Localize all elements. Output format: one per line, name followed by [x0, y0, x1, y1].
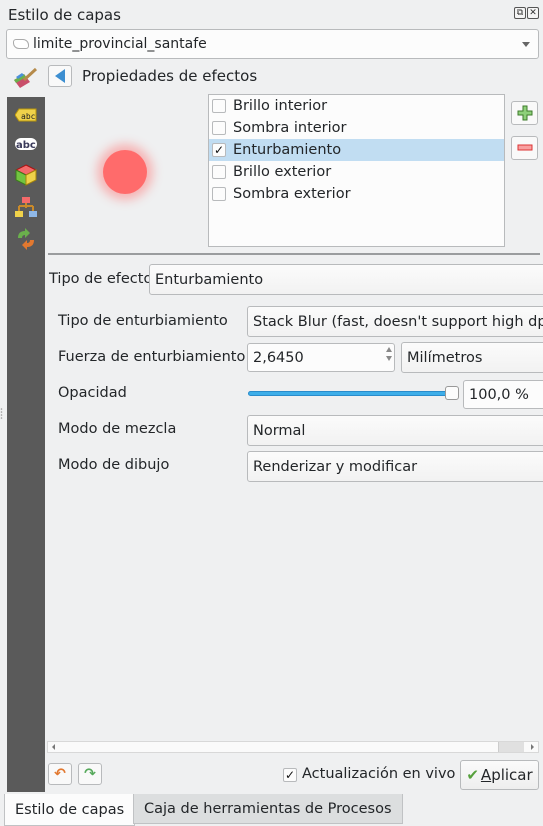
- effect-label: Brillo interior: [233, 98, 328, 114]
- opacity-slider-handle[interactable]: [445, 386, 459, 400]
- remove-effect-icon: [517, 144, 532, 151]
- splitter-handle[interactable]: [0, 407, 3, 421]
- scroll-right-icon[interactable]: [531, 744, 534, 750]
- back-arrow-icon: [55, 69, 65, 83]
- add-effect-icon: [517, 105, 532, 121]
- effect-checkbox[interactable]: [212, 187, 226, 201]
- blur-type-label: Tipo de enturbiamiento: [58, 313, 228, 329]
- effect-label: Sombra exterior: [233, 186, 351, 202]
- spin-down-icon[interactable]: [386, 356, 392, 361]
- blend-mode-label: Modo de mezcla: [58, 421, 177, 437]
- live-update-checkbox[interactable]: ✓: [283, 768, 297, 782]
- window-title: Estilo de capas: [8, 6, 121, 24]
- effect-item-brillo-interior[interactable]: Brillo interior: [209, 95, 504, 117]
- blur-unit-select[interactable]: Milímetros: [401, 342, 543, 373]
- dock-tabbar: Estilo de capas Caja de herramientas de …: [0, 794, 543, 826]
- blend-mode-select[interactable]: Normal: [247, 415, 543, 446]
- effect-item-sombra-interior[interactable]: Sombra interior: [209, 117, 504, 139]
- effect-type-label: Tipo de efecto: [49, 271, 153, 287]
- blur-strength-value: 2,6450: [253, 349, 304, 366]
- remove-effect-button[interactable]: [511, 136, 538, 160]
- effect-preview: [103, 150, 147, 194]
- layer-selector-value: limite_provincial_santafe: [33, 36, 207, 52]
- polygon-layer-icon: [13, 39, 29, 49]
- undo-button[interactable]: ↶: [48, 763, 72, 785]
- effect-label: Brillo exterior: [233, 164, 332, 180]
- effect-checkbox[interactable]: [212, 121, 226, 135]
- blur-strength-label: Fuerza de enturbiamiento: [58, 349, 246, 365]
- draw-mode-label: Modo de dibujo: [58, 457, 170, 473]
- 3d-view-icon[interactable]: [11, 163, 41, 187]
- apply-label: Aplicar: [480, 766, 533, 784]
- blur-strength-input[interactable]: 2,6450: [247, 343, 395, 372]
- panel-title: Propiedades de efectos: [82, 67, 258, 85]
- svg-text:abc: abc: [16, 140, 36, 151]
- scrollbar-thumb[interactable]: [498, 742, 524, 752]
- blur-type-select[interactable]: Stack Blur (fast, doesn't support high d…: [247, 306, 543, 337]
- svg-text:abc: abc: [21, 112, 36, 121]
- label-abc-icon[interactable]: abc: [11, 132, 41, 156]
- check-icon: ✔: [466, 766, 479, 784]
- effect-checkbox[interactable]: [212, 165, 226, 179]
- add-effect-button[interactable]: [511, 101, 538, 125]
- opacity-label: Opacidad: [58, 385, 127, 401]
- spin-buttons[interactable]: [386, 347, 392, 361]
- effect-item-sombra-exterior[interactable]: Sombra exterior: [209, 183, 504, 205]
- sidebar: abc abc: [7, 97, 45, 792]
- scroll-left-icon[interactable]: [52, 744, 55, 750]
- horizontal-scrollbar[interactable]: [47, 741, 539, 753]
- live-update-label: Actualización en vivo: [302, 766, 456, 782]
- close-icon[interactable]: ✕: [527, 7, 539, 19]
- labels-icon[interactable]: abc: [11, 103, 41, 127]
- effect-checkbox[interactable]: ✓: [212, 143, 226, 157]
- float-icon[interactable]: ⧉: [514, 7, 526, 19]
- effect-checkbox[interactable]: [212, 99, 226, 113]
- spin-up-icon[interactable]: [386, 347, 392, 352]
- diagram-icon[interactable]: [11, 195, 41, 219]
- tab-caja-de-herramientas[interactable]: Caja de herramientas de Procesos: [133, 794, 403, 824]
- history-icon[interactable]: [11, 227, 41, 251]
- layer-selector[interactable]: limite_provincial_santafe: [6, 29, 539, 59]
- effect-item-enturbamiento[interactable]: ✓ Enturbamiento: [209, 139, 504, 161]
- effect-type-select[interactable]: Enturbamiento: [149, 264, 543, 295]
- effect-label: Enturbamiento: [233, 142, 342, 158]
- style-brush-icon: [12, 66, 38, 90]
- effects-list: Brillo interior Sombra interior ✓ Enturb…: [208, 94, 505, 247]
- chevron-down-icon: [522, 42, 530, 47]
- tab-estilo-de-capas[interactable]: Estilo de capas: [4, 794, 136, 826]
- back-button[interactable]: [48, 65, 72, 87]
- opacity-input[interactable]: 100,0 %: [463, 380, 543, 409]
- divider: [48, 253, 540, 255]
- opacity-slider[interactable]: [248, 391, 452, 396]
- draw-mode-select[interactable]: Renderizar y modificar: [247, 451, 543, 482]
- effect-label: Sombra interior: [233, 120, 347, 136]
- redo-button[interactable]: ↷: [78, 763, 102, 785]
- redo-icon: ↷: [84, 766, 96, 782]
- undo-icon: ↶: [54, 766, 66, 782]
- apply-button[interactable]: ✔ Aplicar: [460, 760, 539, 790]
- effect-item-brillo-exterior[interactable]: Brillo exterior: [209, 161, 504, 183]
